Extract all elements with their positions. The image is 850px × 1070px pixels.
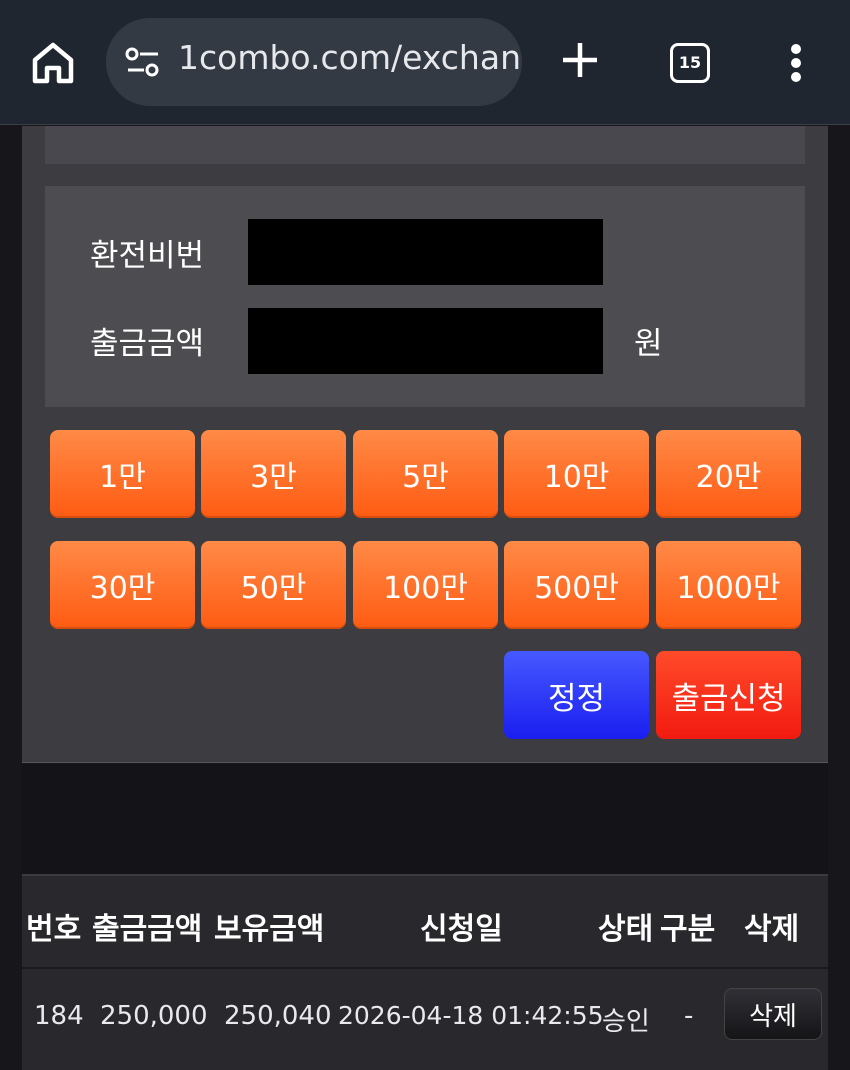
amount-label: 출금금액 xyxy=(90,326,205,362)
amount-button-6[interactable]: 30만 xyxy=(50,541,195,629)
reset-button[interactable]: 정정 xyxy=(504,651,649,739)
amount-button-9[interactable]: 500만 xyxy=(504,541,649,629)
panel-header-strip xyxy=(45,126,805,164)
amount-button-4[interactable]: 10만 xyxy=(504,430,649,518)
home-icon[interactable] xyxy=(30,40,76,86)
row-withdraw-amount: 250,000 xyxy=(100,1001,208,1031)
more-menu-icon[interactable] xyxy=(786,42,806,84)
table-row: 184 250,000 250,040 2026-04-18 01:42:55 … xyxy=(22,969,828,1070)
header-withdraw-amount: 출금금액 xyxy=(92,912,203,947)
row-request-date: 2026-04-18 01:42:55 xyxy=(338,1001,604,1030)
amount-button-10[interactable]: 1000만 xyxy=(656,541,801,629)
row-type: - xyxy=(684,1001,694,1031)
amount-button-7[interactable]: 50만 xyxy=(201,541,346,629)
header-type: 구분 xyxy=(660,912,716,947)
currency-unit: 원 xyxy=(634,326,663,362)
amount-button-3[interactable]: 5만 xyxy=(353,430,498,518)
site-settings-icon[interactable] xyxy=(124,46,162,78)
header-request-date: 신청일 xyxy=(420,912,503,947)
url-text[interactable]: 1combo.com/exchan xyxy=(178,38,521,77)
tab-switcher-button[interactable]: 15 xyxy=(670,43,710,83)
amount-button-2[interactable]: 3만 xyxy=(201,430,346,518)
password-label: 환전비번 xyxy=(90,238,205,274)
withdraw-request-button[interactable]: 출금신청 xyxy=(656,651,801,739)
header-number: 번호 xyxy=(26,912,82,947)
tab-count: 15 xyxy=(678,53,702,72)
row-status: 승인 xyxy=(602,1007,650,1037)
new-tab-icon[interactable] xyxy=(560,40,600,80)
amount-button-5[interactable]: 20만 xyxy=(656,430,801,518)
header-balance: 보유금액 xyxy=(214,912,325,947)
header-delete: 삭제 xyxy=(744,912,800,947)
withdraw-amount-input[interactable] xyxy=(248,308,603,374)
amount-button-1[interactable]: 1만 xyxy=(50,430,195,518)
section-divider xyxy=(22,764,828,874)
exchange-password-input[interactable] xyxy=(248,219,603,285)
header-status: 상태 xyxy=(598,912,654,947)
delete-button[interactable]: 삭제 xyxy=(724,988,822,1040)
row-number: 184 xyxy=(34,1001,84,1031)
row-balance: 250,040 xyxy=(224,1001,332,1031)
browser-toolbar: 1combo.com/exchan 15 xyxy=(0,0,850,125)
history-table-header: 번호 출금금액 보유금액 신청일 상태 구분 삭제 xyxy=(22,874,828,969)
address-bar[interactable]: 1combo.com/exchan xyxy=(106,18,522,106)
amount-button-8[interactable]: 100만 xyxy=(353,541,498,629)
